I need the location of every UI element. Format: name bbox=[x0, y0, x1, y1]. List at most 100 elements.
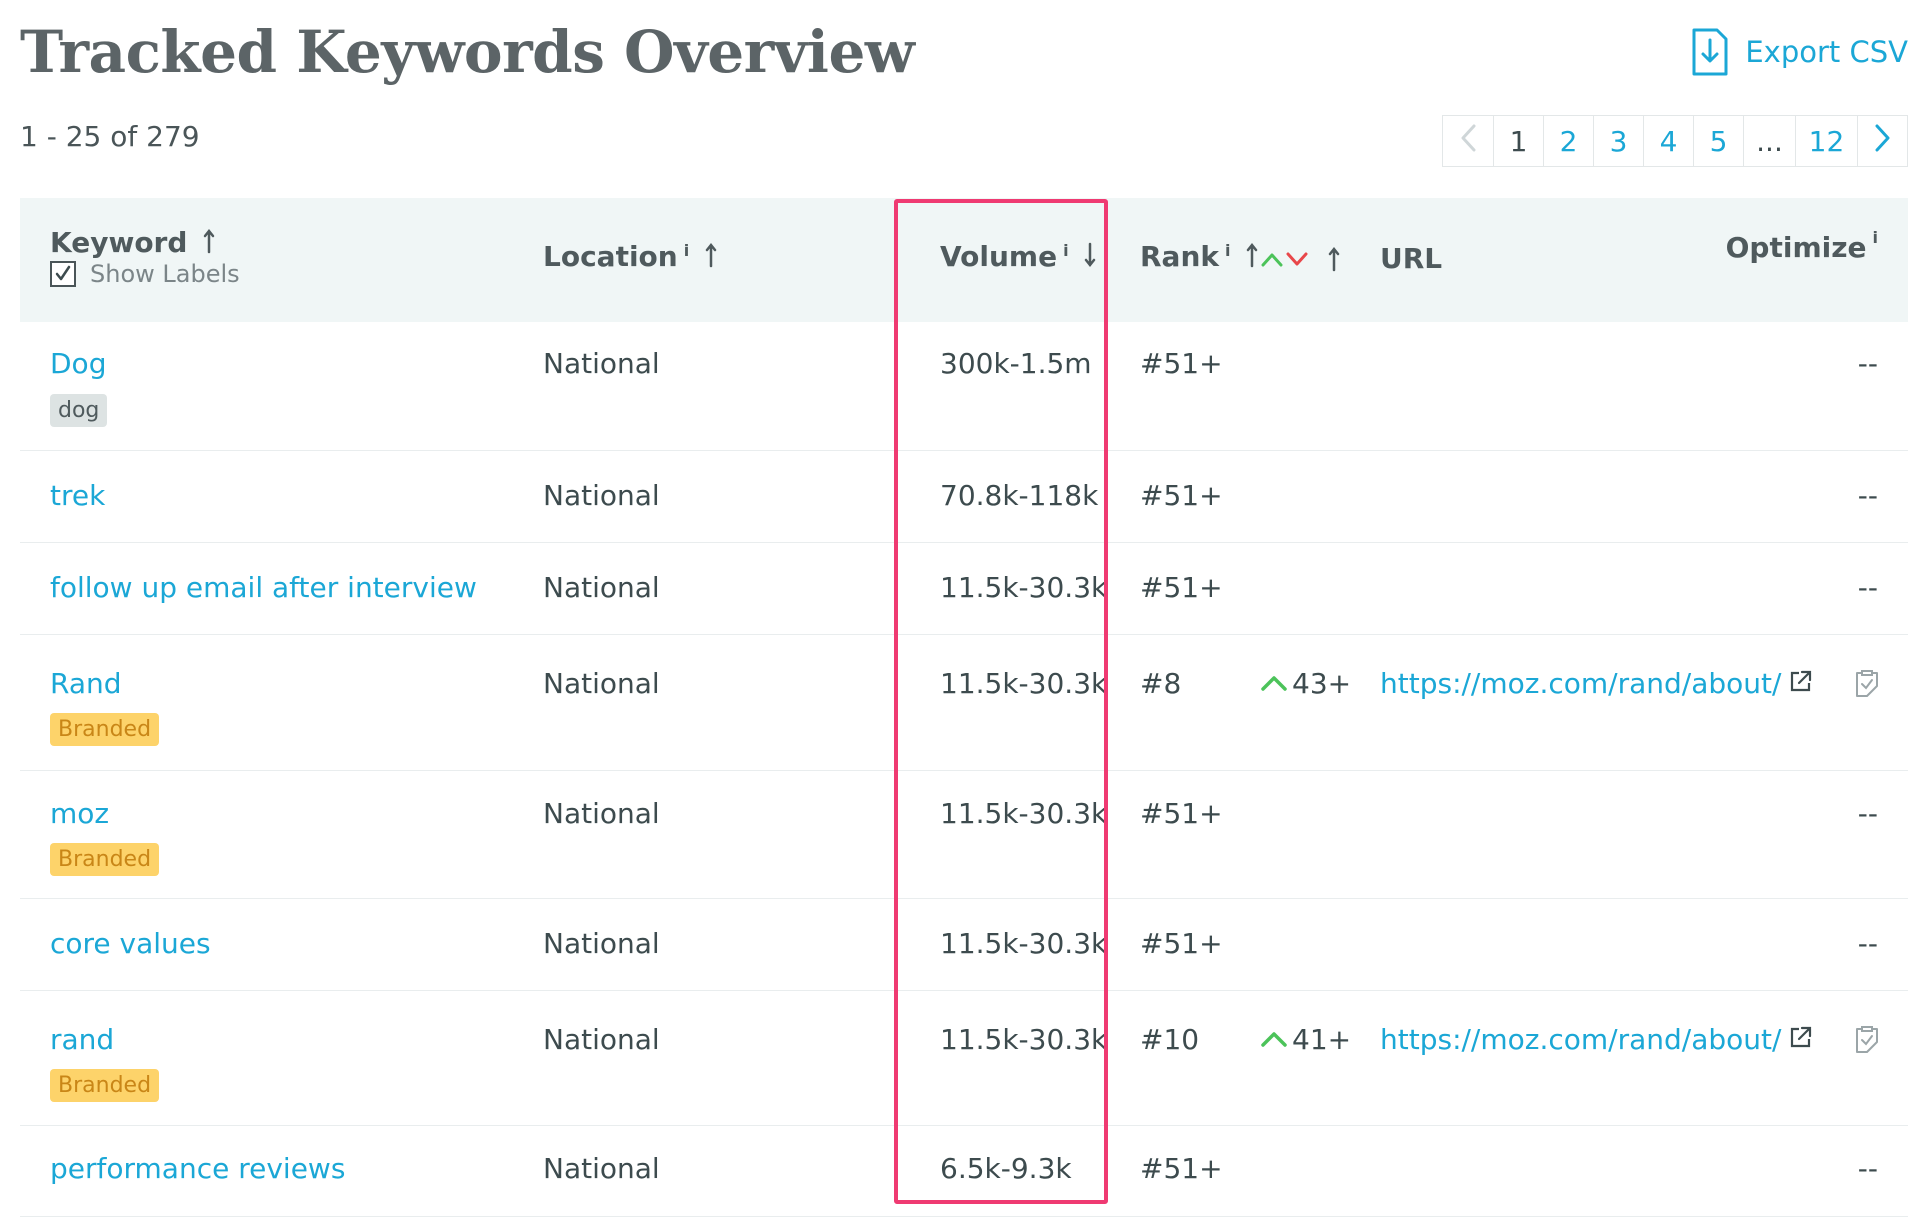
ranking-url-link[interactable]: https://moz.com/rand/about/ bbox=[1380, 1023, 1813, 1056]
page-1[interactable]: 1 bbox=[1493, 116, 1543, 166]
location-info-icon[interactable]: i bbox=[684, 241, 689, 260]
optimize-cell: -- bbox=[1857, 797, 1878, 830]
sort-asc-icon bbox=[1246, 242, 1258, 275]
keyword-link[interactable]: follow up email after interview bbox=[50, 571, 477, 604]
external-link-icon bbox=[1789, 667, 1813, 700]
checkmark-icon bbox=[55, 265, 71, 281]
rank-cell: #51+ bbox=[1140, 927, 1223, 960]
external-link-icon bbox=[1789, 1023, 1813, 1056]
column-volume-label: Volume bbox=[940, 240, 1058, 273]
keyword-link[interactable]: Rand bbox=[50, 667, 122, 700]
column-location[interactable]: Location i bbox=[543, 240, 717, 275]
volume-cell: 11.5k-30.3k bbox=[940, 797, 1108, 830]
sort-asc-icon bbox=[203, 228, 215, 261]
keyword-label-tag: dog bbox=[50, 394, 108, 427]
column-keyword-label: Keyword bbox=[50, 226, 188, 259]
volume-cell: 6.5k-9.3k bbox=[940, 1152, 1072, 1185]
pagination: 1 2 3 4 5 ... 12 bbox=[1442, 115, 1908, 167]
ranking-url-text: https://moz.com/rand/about/ bbox=[1380, 667, 1782, 700]
table-row: performance reviews National 6.5k-9.3k #… bbox=[20, 1126, 1908, 1217]
table-row: rand Branded National 11.5k-30.3k #10 41… bbox=[20, 991, 1908, 1126]
table-header: Keyword Show Labels Locationi Volumei bbox=[20, 198, 1908, 322]
rank-info-icon[interactable]: i bbox=[1225, 241, 1230, 260]
page-4[interactable]: 4 bbox=[1643, 116, 1693, 166]
branded-tag: Branded bbox=[50, 713, 160, 746]
keyword-link[interactable]: performance reviews bbox=[50, 1152, 345, 1185]
keyword-link[interactable]: trek bbox=[50, 479, 105, 512]
table-row: moz Branded National 11.5k-30.3k #51+ -- bbox=[20, 771, 1908, 899]
table-row: core values National 11.5k-30.3k #51+ -- bbox=[20, 899, 1908, 991]
volume-cell: 11.5k-30.3k bbox=[940, 927, 1108, 960]
rank-cell: #51+ bbox=[1140, 347, 1223, 380]
rank-change-icon bbox=[1260, 244, 1322, 277]
next-page-button[interactable] bbox=[1857, 116, 1907, 166]
location-cell: National bbox=[543, 347, 660, 380]
column-location-label: Location bbox=[543, 240, 678, 273]
prev-page-button[interactable] bbox=[1443, 116, 1493, 166]
chevron-right-icon bbox=[1874, 123, 1892, 160]
show-labels-toggle[interactable]: Show Labels bbox=[50, 260, 240, 288]
page-5[interactable]: 5 bbox=[1693, 116, 1743, 166]
optimize-cell: -- bbox=[1857, 571, 1878, 604]
column-url: URL bbox=[1380, 242, 1443, 275]
volume-cell: 70.8k-118k bbox=[940, 479, 1099, 512]
volume-cell: 11.5k-30.3k bbox=[940, 1023, 1108, 1056]
page-title: Tracked Keywords Overview bbox=[20, 18, 915, 86]
keyword-link[interactable]: moz bbox=[50, 797, 109, 830]
rank-change-value: 41+ bbox=[1292, 1023, 1352, 1056]
page-2[interactable]: 2 bbox=[1543, 116, 1593, 166]
page-12[interactable]: 12 bbox=[1795, 116, 1857, 166]
volume-info-icon[interactable]: i bbox=[1063, 241, 1068, 260]
table-row: trek National 70.8k-118k #51+ -- bbox=[20, 451, 1908, 543]
optimize-info-icon[interactable]: i bbox=[1873, 228, 1878, 247]
column-rank-label: Rank bbox=[1140, 240, 1220, 273]
table-row: follow up email after interview National… bbox=[20, 543, 1908, 635]
optimize-cell: -- bbox=[1857, 927, 1878, 960]
location-cell: National bbox=[543, 479, 660, 512]
branded-tag: Branded bbox=[50, 843, 160, 876]
keywords-table: Keyword Show Labels Locationi Volumei bbox=[20, 198, 1908, 1217]
clipboard-check-icon[interactable] bbox=[1854, 1023, 1880, 1059]
branded-tag: Branded bbox=[50, 1069, 160, 1102]
column-volume[interactable]: Volume i bbox=[940, 240, 1096, 275]
show-labels-checkbox[interactable] bbox=[50, 261, 76, 287]
sort-desc-icon bbox=[1084, 242, 1096, 275]
ranking-url-link[interactable]: https://moz.com/rand/about/ bbox=[1380, 667, 1813, 700]
keyword-link[interactable]: Dog bbox=[50, 347, 106, 380]
volume-cell: 11.5k-30.3k bbox=[940, 571, 1108, 604]
download-file-icon bbox=[1691, 27, 1729, 77]
location-cell: National bbox=[543, 667, 660, 700]
rank-change-value: 43+ bbox=[1292, 667, 1352, 700]
location-cell: National bbox=[543, 1152, 660, 1185]
column-keyword[interactable]: Keyword bbox=[50, 226, 215, 261]
ranking-url-text: https://moz.com/rand/about/ bbox=[1380, 1023, 1782, 1056]
volume-cell: 300k-1.5m bbox=[940, 347, 1092, 380]
rank-change-cell: 41+ bbox=[1260, 1023, 1351, 1056]
page: Tracked Keywords Overview Export CSV 1 -… bbox=[0, 0, 1928, 1217]
volume-cell: 11.5k-30.3k bbox=[940, 667, 1108, 700]
table-row: Dog dog National 300k-1.5m #51+ -- bbox=[20, 322, 1908, 451]
rank-cell: #51+ bbox=[1140, 571, 1223, 604]
rank-cell: #51+ bbox=[1140, 797, 1223, 830]
arrow-up-icon bbox=[1260, 1023, 1288, 1056]
rank-change-cell: 43+ bbox=[1260, 667, 1351, 700]
chevron-left-icon bbox=[1459, 123, 1477, 160]
page-3[interactable]: 3 bbox=[1593, 116, 1643, 166]
rank-cell: #8 bbox=[1140, 667, 1182, 700]
sort-asc-icon bbox=[705, 242, 717, 275]
export-csv-button[interactable]: Export CSV bbox=[1691, 24, 1908, 80]
rank-cell: #51+ bbox=[1140, 1152, 1223, 1185]
rank-cell: #51+ bbox=[1140, 479, 1223, 512]
rank-cell: #10 bbox=[1140, 1023, 1200, 1056]
column-rank-change[interactable] bbox=[1260, 244, 1340, 279]
keyword-link[interactable]: core values bbox=[50, 927, 211, 960]
column-optimize-label: Optimize bbox=[1725, 231, 1867, 264]
table-row: Rand Branded National 11.5k-30.3k #8 43+… bbox=[20, 635, 1908, 771]
keyword-link[interactable]: rand bbox=[50, 1023, 114, 1056]
clipboard-check-icon[interactable] bbox=[1854, 667, 1880, 703]
sort-asc-icon bbox=[1328, 246, 1340, 279]
arrow-up-icon bbox=[1260, 667, 1288, 700]
location-cell: National bbox=[543, 571, 660, 604]
optimize-cell: -- bbox=[1857, 347, 1878, 380]
column-rank[interactable]: Rank i bbox=[1140, 240, 1258, 275]
